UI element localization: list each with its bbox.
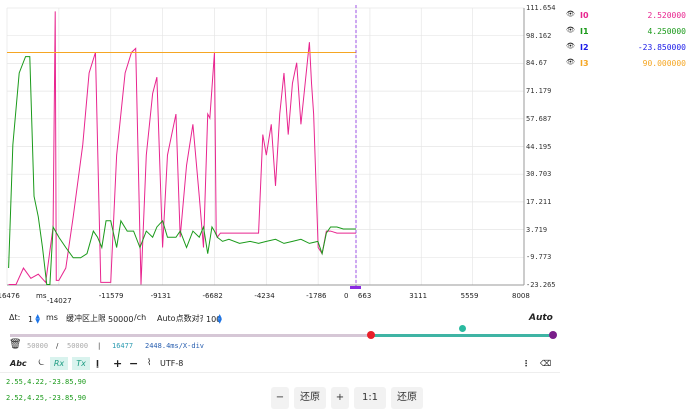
x-tick-label: 663	[357, 292, 372, 300]
received-line: 2.52,4.25,-23.85,90	[6, 394, 87, 402]
dt-label: Δt:	[9, 313, 21, 322]
x-tick-label: 0	[344, 292, 349, 300]
legend-name: I2	[580, 43, 589, 52]
legend-item-I0[interactable]: 👁 I0 2.520000	[566, 10, 686, 24]
x-tick-label: -16476	[0, 292, 20, 300]
separator: |	[98, 342, 101, 350]
y-tick-label: 98.162	[526, 31, 552, 40]
y-tick-label: 30.703	[526, 170, 552, 179]
y-tick-label: 44.195	[526, 142, 552, 151]
y-tick-label: 3.719	[526, 225, 548, 234]
more-icon[interactable]: ⋮	[522, 357, 530, 370]
legend-item-I3[interactable]: 👁 I3 90.000000	[566, 58, 686, 72]
x-tick-label: 3111	[409, 292, 428, 300]
legend-name: I3	[580, 59, 589, 68]
buffer-unit: /ch	[134, 313, 147, 322]
y-tick-label: 111.654	[526, 4, 556, 12]
x-tick-label: -14027	[46, 297, 72, 305]
restore-button-2[interactable]: 还原	[391, 387, 423, 409]
tx-toggle[interactable]: Tx	[72, 357, 90, 370]
x-unit: ms	[36, 292, 47, 300]
zoom-in-icon[interactable]: +	[113, 357, 122, 370]
received-line: 2.55,4.22,-23.85,90	[6, 378, 87, 386]
restore-button[interactable]: 还原	[294, 387, 326, 409]
eye-icon[interactable]: 👁	[566, 10, 575, 18]
buffer-input[interactable]: 50000	[105, 313, 133, 326]
y-tick-label: -9.773	[526, 253, 552, 262]
trash-icon[interactable]: 🗑	[9, 339, 22, 350]
rx-toggle[interactable]: Rx	[50, 357, 68, 370]
x-tick-label: -1786	[306, 292, 327, 300]
count-b: 50000	[67, 342, 89, 350]
slider-handle-mid[interactable]	[459, 325, 466, 332]
zoom-out-icon[interactable]: −	[129, 357, 138, 370]
eye-icon[interactable]: 👁	[566, 58, 575, 66]
slider-track-left[interactable]	[10, 334, 372, 337]
legend-name: I0	[580, 11, 589, 20]
x-tick-label: -9131	[150, 292, 171, 300]
slider-handle-start[interactable]	[367, 331, 375, 339]
divider	[0, 372, 560, 373]
eraser-icon[interactable]: ⌫	[540, 357, 551, 370]
slash: /	[56, 342, 59, 350]
point-count: 16477	[112, 342, 134, 350]
legend-value: 2.520000	[647, 11, 686, 20]
auto-button[interactable]: Auto	[529, 313, 553, 323]
x-tick-label: 8008	[512, 292, 530, 300]
legend-value: 4.250000	[647, 27, 686, 36]
encoding-select[interactable]: UTF-8	[160, 357, 183, 370]
y-tick-label: 57.687	[526, 114, 552, 123]
y-tick-label: 71.179	[526, 87, 552, 96]
auto-align-input[interactable]: 100 ▲ ▼	[203, 313, 224, 326]
zoom-in-button[interactable]: +	[331, 387, 349, 409]
eye-icon[interactable]: 👁	[566, 42, 575, 50]
x-tick-label: 5559	[460, 292, 479, 300]
x-tick-label: -11579	[98, 292, 124, 300]
ratio-button[interactable]: 1:1	[354, 387, 386, 409]
y-tick-label: -23.265	[526, 281, 556, 289]
y-tick-label: 17.211	[526, 197, 552, 206]
slider-handle-end[interactable]	[549, 331, 557, 339]
legend-value: 90.000000	[642, 59, 686, 68]
slider-track-range[interactable]	[372, 334, 553, 337]
waveform-chart[interactable]	[0, 0, 560, 305]
time-per-div: 2448.4ms/X-div	[145, 342, 205, 350]
legend-item-I1[interactable]: 👁 I1 4.250000	[566, 26, 686, 40]
legend-item-I2[interactable]: 👁 I2 -23.850000	[566, 42, 686, 56]
x-tick-label: -6682	[202, 292, 223, 300]
line-height-icon[interactable]: I͇	[96, 357, 99, 370]
x-tick-label: -4234	[254, 292, 275, 300]
eye-icon[interactable]: 👁	[566, 26, 575, 34]
buffer-label: 缓冲区上限:	[66, 314, 109, 323]
text-mode-button[interactable]: Abc	[10, 357, 27, 370]
clock-icon[interactable]: ⏾	[38, 357, 45, 370]
count-a: 50000	[27, 342, 49, 350]
legend-name: I1	[580, 27, 589, 36]
y-tick-label: 84.67	[526, 59, 548, 68]
zoom-out-button[interactable]: −	[271, 387, 289, 409]
legend-value: -23.850000	[637, 43, 686, 52]
dt-input[interactable]: 1 ▲ ▼	[25, 313, 42, 326]
dt-unit: ms	[46, 313, 58, 322]
wave-icon[interactable]: ⌇	[147, 357, 151, 370]
cursor-handle[interactable]	[350, 286, 361, 289]
